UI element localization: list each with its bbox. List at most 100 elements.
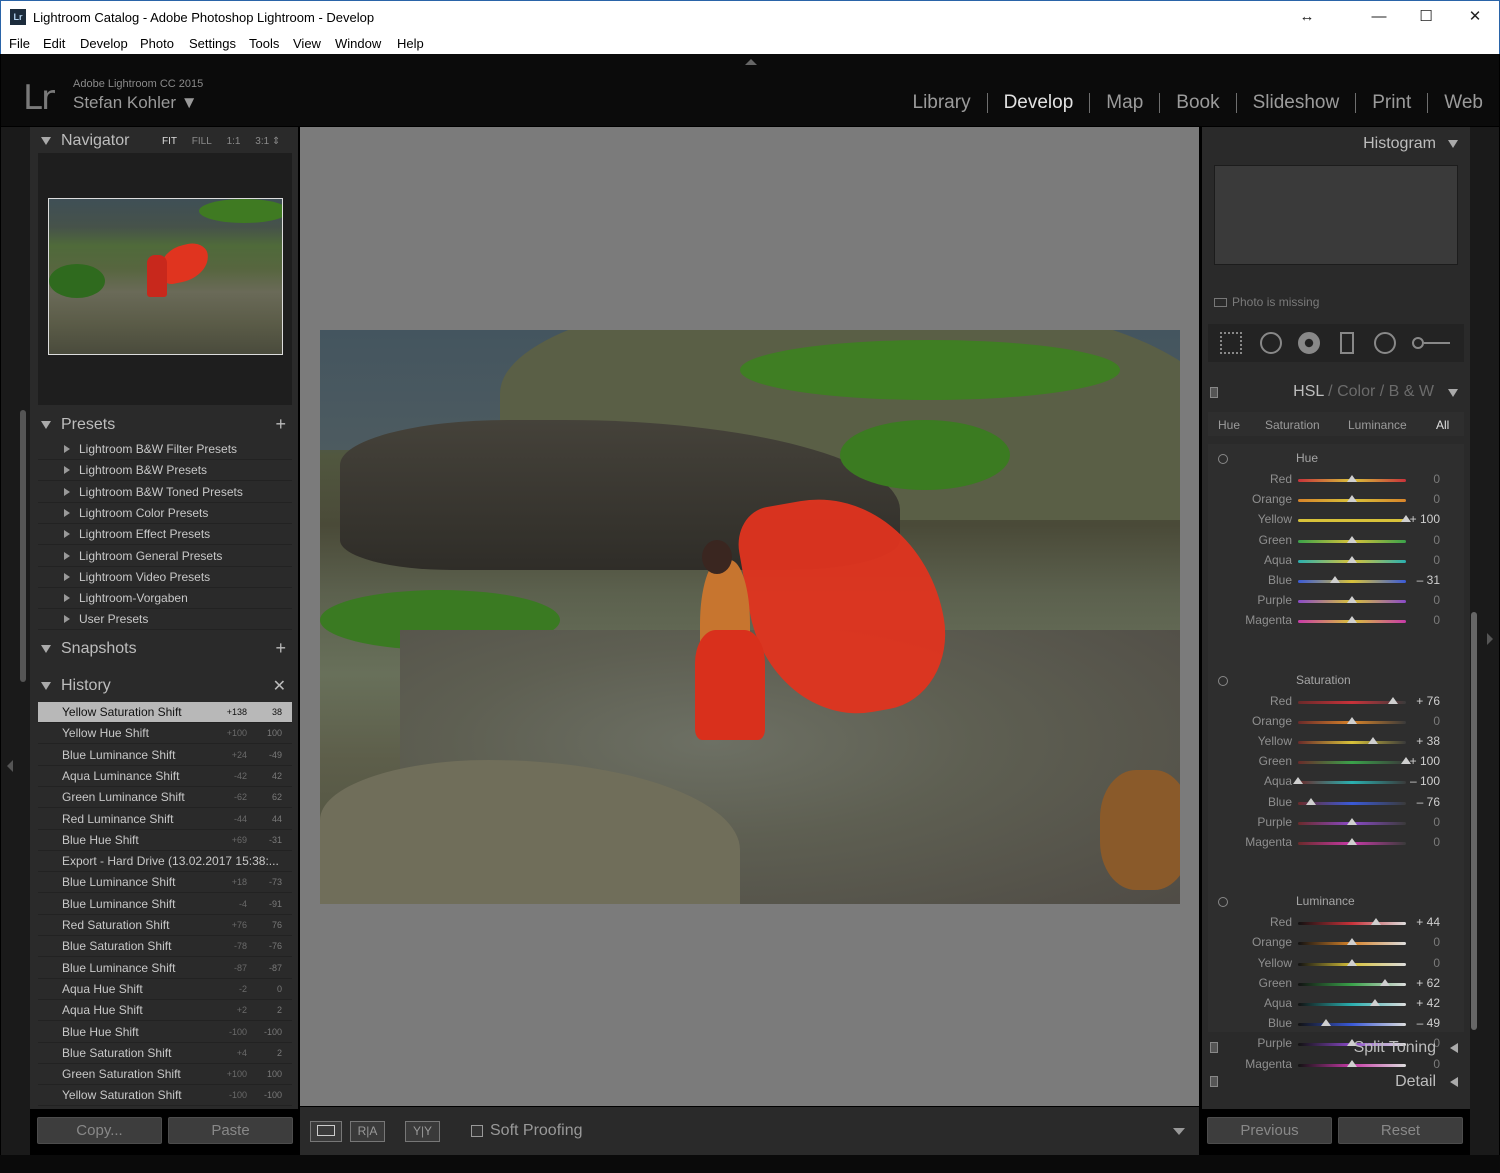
slider-value[interactable]: + 100	[1400, 512, 1440, 526]
preset-folder[interactable]: User Presets	[38, 609, 292, 631]
module-book[interactable]: Book	[1160, 92, 1235, 114]
module-map[interactable]: Map	[1090, 92, 1159, 114]
hsl-slider-aqua[interactable]: Aqua + 42	[1208, 994, 1464, 1014]
disclosure-triangle-icon[interactable]	[64, 508, 70, 517]
slider-value[interactable]: – 100	[1400, 774, 1440, 788]
hsl-slider-yellow[interactable]: Yellow + 38	[1208, 732, 1464, 752]
slider-thumb[interactable]	[1347, 938, 1357, 946]
collapse-top-arrow-icon[interactable]	[745, 59, 757, 65]
history-step[interactable]: Yellow Saturation Shift -100 -100	[38, 1085, 292, 1107]
navigator-header[interactable]: Navigator FIT FILL 1:1 3:1 ⇕	[30, 127, 298, 155]
hsl-slider-purple[interactable]: Purple 0	[1208, 591, 1464, 611]
slider-thumb[interactable]	[1330, 576, 1341, 583]
hsl-slider-red[interactable]: Red + 44	[1208, 913, 1464, 933]
slider-value[interactable]: 0	[1400, 533, 1440, 547]
history-step[interactable]: Aqua Hue Shift -2 0	[38, 979, 292, 1000]
subtab-luminance[interactable]: Luminance	[1348, 418, 1407, 432]
history-step[interactable]: Blue Luminance Shift +24 -49	[38, 745, 292, 766]
expand-triangle-icon[interactable]	[1450, 1043, 1458, 1053]
slider-track[interactable]	[1298, 1003, 1406, 1006]
hsl-slider-orange[interactable]: Orange 0	[1208, 712, 1464, 732]
slider-value[interactable]: + 76	[1400, 694, 1440, 708]
previous-button[interactable]: Previous	[1207, 1117, 1332, 1144]
slider-thumb[interactable]	[1347, 596, 1357, 604]
subtab-hue[interactable]: Hue	[1218, 418, 1240, 432]
preset-folder[interactable]: Lightroom Effect Presets	[38, 524, 292, 546]
soft-proofing-checkbox[interactable]	[471, 1125, 483, 1137]
history-step[interactable]: Aqua Hue Shift +2 2	[38, 1000, 292, 1022]
preset-folder[interactable]: Lightroom B&W Toned Presets	[38, 482, 292, 503]
hsl-slider-orange[interactable]: Orange 0	[1208, 490, 1464, 510]
disclosure-triangle-icon[interactable]	[64, 572, 70, 581]
history-step[interactable]: Export - Hard Drive (13.02.2017 15:38:..…	[38, 851, 292, 873]
adjustment-brush-icon[interactable]	[1412, 337, 1424, 349]
disclosure-triangle-icon[interactable]	[64, 487, 70, 496]
menu-help[interactable]: Help	[397, 36, 424, 51]
slider-value[interactable]: + 44	[1400, 915, 1440, 929]
disclosure-triangle-icon[interactable]	[64, 466, 70, 475]
add-snapshot-icon[interactable]: +	[275, 638, 286, 659]
slider-thumb[interactable]	[1347, 475, 1357, 482]
right-scrollbar[interactable]	[1471, 612, 1477, 1030]
history-step[interactable]: Red Luminance Shift -44 44	[38, 809, 292, 830]
navigator-thumbnail[interactable]	[48, 198, 283, 355]
disclosure-triangle-icon[interactable]	[41, 137, 51, 145]
slider-value[interactable]: + 100	[1400, 754, 1440, 768]
slider-value[interactable]: 0	[1400, 593, 1440, 607]
menu-settings[interactable]: Settings	[189, 36, 236, 51]
preset-folder[interactable]: Lightroom Video Presets	[38, 567, 292, 588]
module-print[interactable]: Print	[1356, 92, 1427, 114]
slider-thumb[interactable]	[1347, 838, 1357, 845]
before-after-ra-button[interactable]: R|A	[350, 1121, 385, 1142]
disclosure-triangle-icon[interactable]	[41, 682, 51, 690]
disclosure-triangle-icon[interactable]	[41, 421, 51, 429]
slider-thumb[interactable]	[1347, 817, 1357, 825]
panel-switch-icon[interactable]	[1210, 1042, 1218, 1053]
preset-folder[interactable]: Lightroom B&W Presets	[38, 460, 292, 482]
slider-track[interactable]	[1298, 1023, 1406, 1027]
module-web[interactable]: Web	[1428, 92, 1499, 114]
hsl-tab-hsl[interactable]: HSL	[1293, 383, 1324, 400]
graduated-filter-icon[interactable]	[1340, 332, 1354, 354]
hsl-slider-magenta[interactable]: Magenta 0	[1208, 611, 1464, 631]
slider-thumb[interactable]	[1347, 555, 1357, 563]
hsl-slider-yellow[interactable]: Yellow 0	[1208, 954, 1464, 974]
before-after-yy-button[interactable]: Y|Y	[405, 1121, 440, 1142]
slider-thumb[interactable]	[1347, 616, 1357, 624]
panel-switch-icon[interactable]	[1210, 1076, 1218, 1087]
hsl-slider-green[interactable]: Green + 100	[1208, 752, 1464, 772]
hsl-slider-purple[interactable]: Purple 0	[1208, 813, 1464, 833]
slider-thumb[interactable]	[1347, 716, 1357, 724]
history-step[interactable]: Blue Saturation Shift -78 -76	[38, 936, 292, 958]
snapshots-header[interactable]: Snapshots +	[30, 635, 298, 663]
maximize-button[interactable]: ☐	[1403, 4, 1449, 30]
slider-value[interactable]: – 49	[1400, 1016, 1440, 1030]
spot-removal-icon[interactable]	[1260, 332, 1282, 354]
disclosure-triangle-icon[interactable]	[64, 594, 70, 603]
preset-folder[interactable]: Lightroom-Vorgaben	[38, 588, 292, 610]
disclosure-triangle-icon[interactable]	[41, 645, 51, 653]
identity-plate-user[interactable]: Stefan Kohler ▼	[73, 93, 198, 113]
module-develop[interactable]: Develop	[988, 92, 1090, 114]
slider-value[interactable]: – 76	[1400, 795, 1440, 809]
slider-value[interactable]: 0	[1400, 956, 1440, 970]
menu-tools[interactable]: Tools	[249, 36, 279, 51]
collapse-left-arrow-icon[interactable]	[7, 760, 13, 772]
menu-photo[interactable]: Photo	[140, 36, 174, 51]
toolbar-menu-chevron-icon[interactable]	[1173, 1128, 1185, 1135]
hsl-slider-aqua[interactable]: Aqua – 100	[1208, 772, 1464, 792]
slider-thumb[interactable]	[1367, 737, 1378, 744]
crop-overlay-icon[interactable]	[1220, 332, 1242, 354]
targeted-adjustment-icon[interactable]	[1218, 897, 1228, 908]
slider-value[interactable]: + 42	[1400, 996, 1440, 1010]
red-eye-icon[interactable]	[1298, 332, 1320, 354]
slider-thumb[interactable]	[1320, 1019, 1331, 1027]
hsl-slider-red[interactable]: Red 0	[1208, 470, 1464, 490]
slider-value[interactable]: 0	[1400, 472, 1440, 486]
presets-header[interactable]: Presets +	[30, 411, 298, 439]
slider-value[interactable]: – 31	[1400, 573, 1440, 587]
main-photo[interactable]	[320, 330, 1180, 904]
slider-thumb[interactable]	[1370, 918, 1381, 926]
slider-track[interactable]	[1298, 519, 1406, 523]
hsl-tab-bw[interactable]: B & W	[1389, 383, 1434, 400]
